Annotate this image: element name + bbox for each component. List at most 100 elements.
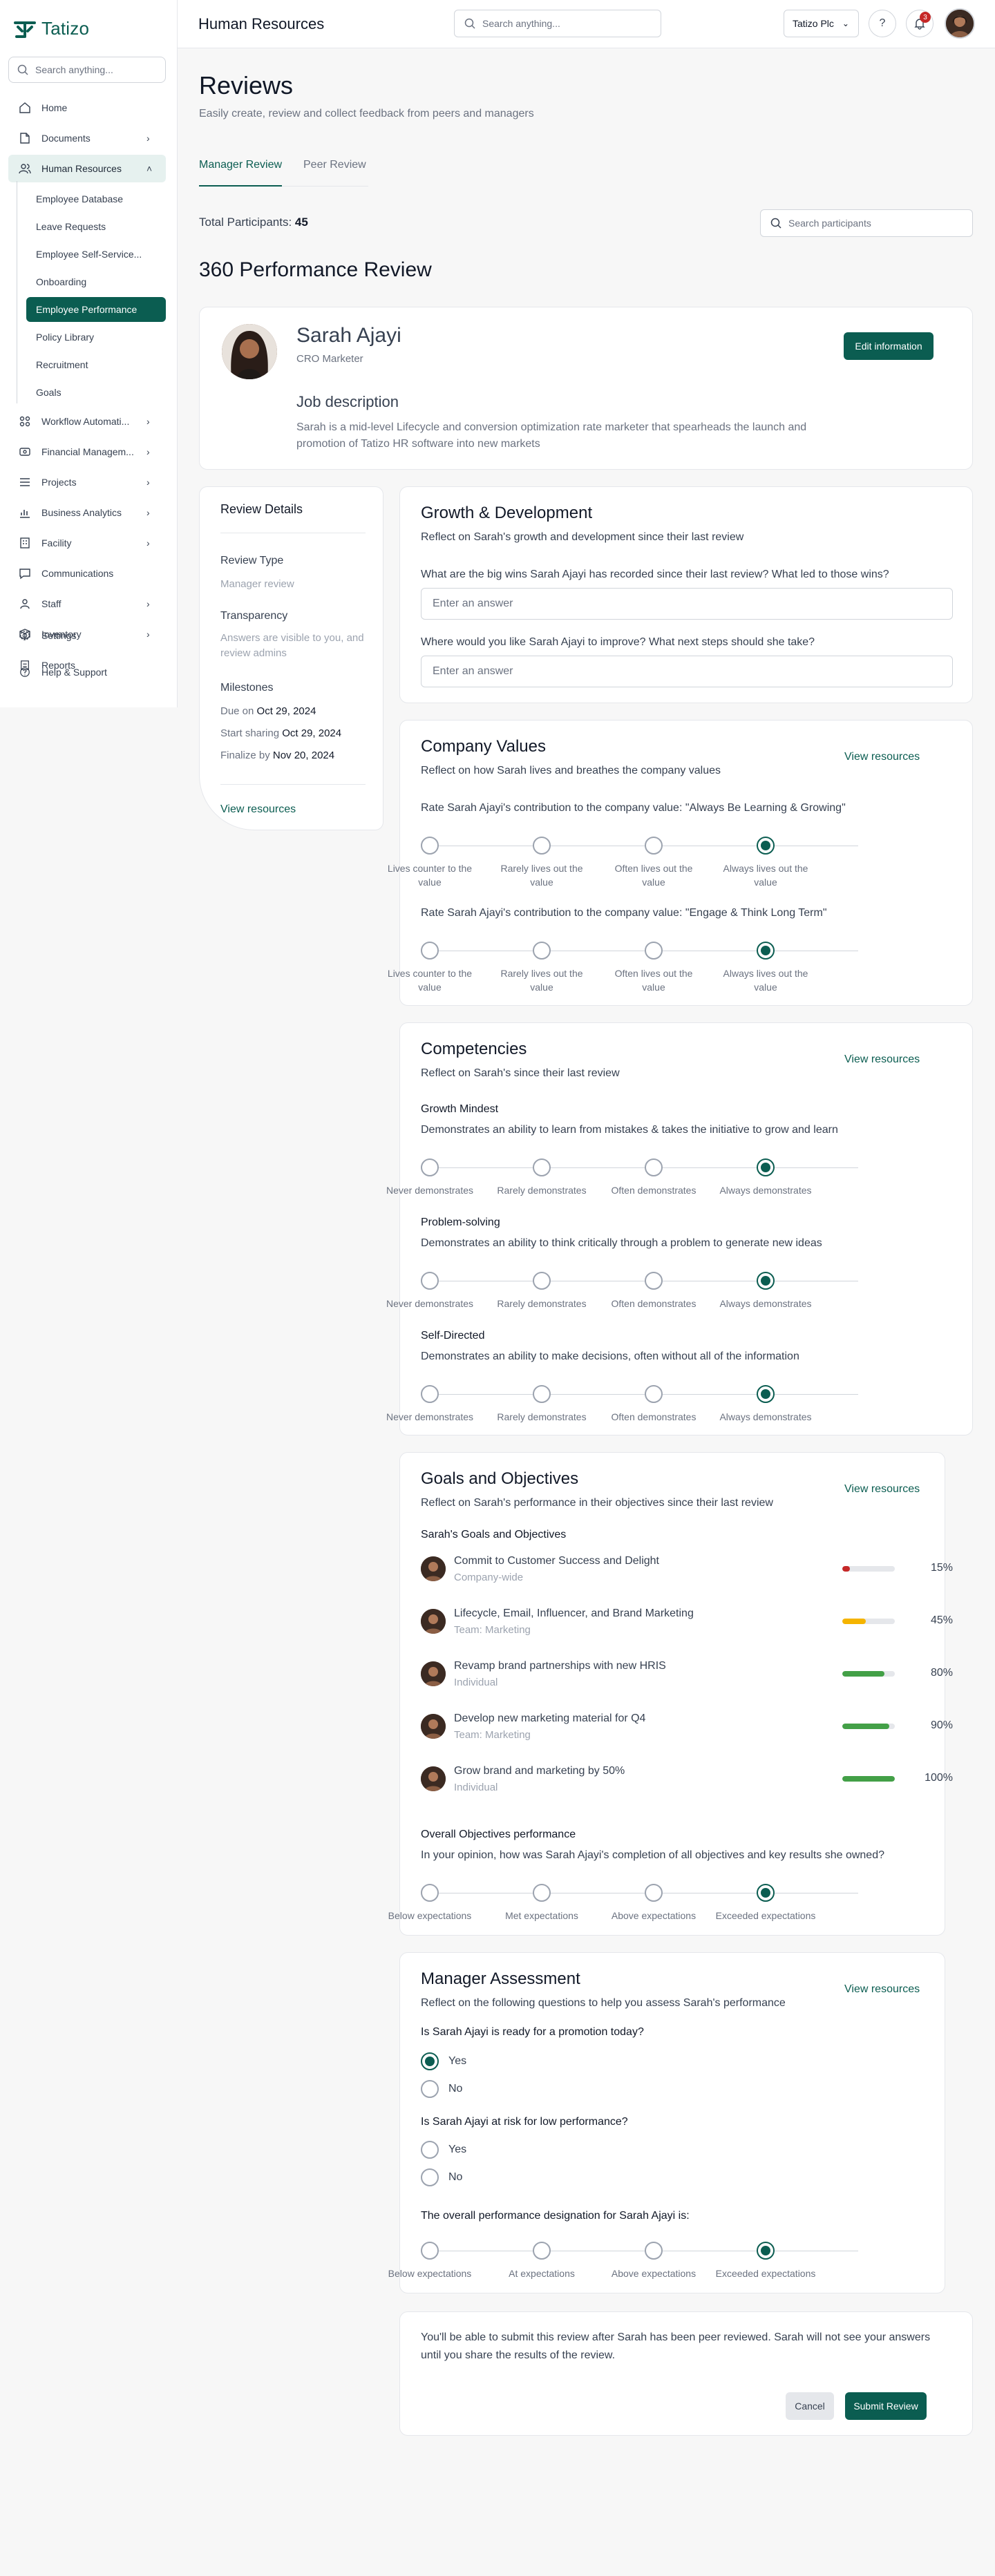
view-resources-link[interactable]: View resources [844,1053,920,1066]
cancel-button[interactable]: Cancel [786,2392,834,2420]
company-selector[interactable]: Tatizo Plc ⌄ [784,10,859,37]
logo[interactable]: Tatizo [14,18,89,39]
submit-review-button[interactable]: Submit Review [845,2392,927,2420]
rating-radio[interactable] [757,1385,775,1403]
rating-radio[interactable] [533,2242,551,2260]
sidebar-item-financial-management[interactable]: Financial Managem... › [0,438,178,466]
view-resources-link[interactable]: View resources [220,803,296,816]
sidebar-item-documents[interactable]: Documents › [0,124,178,152]
rating-radio[interactable] [533,1272,551,1290]
card-title: Growth & Development [421,504,593,522]
rating-radio[interactable] [757,1158,775,1176]
rating-radio[interactable] [533,1884,551,1902]
sidebar-item-human-resources[interactable]: Human Resources ˄ [8,155,166,182]
rating-radio[interactable] [757,942,775,960]
rating-radio[interactable] [421,1158,439,1176]
rating-label: Rarely demonstrates [497,1298,587,1309]
overall-performance-title: Overall Objectives performance [421,1829,576,1840]
view-resources-link[interactable]: View resources [844,1483,920,1496]
tab-manager-review[interactable]: Manager Review [199,159,283,187]
question-text: Rate Sarah Ajayi's contribution to the c… [421,907,827,919]
sidebar-item-settings[interactable]: Settings [0,630,178,641]
improvement-answer-input[interactable]: Enter an answer [421,656,953,687]
rating-radio[interactable] [645,1385,663,1403]
rating-radio[interactable] [533,942,551,960]
rating-radio[interactable] [421,1884,439,1902]
rating-radio[interactable] [533,837,551,855]
sidebar-subitem-employee-self-service[interactable]: Employee Self-Service... [26,242,166,267]
low-performance-yes-radio[interactable] [421,2141,439,2159]
milestone-prefix: Finalize by [220,750,270,761]
rating-radio[interactable] [757,837,775,855]
milestone-prefix: Start sharing [220,727,280,739]
rating-radio[interactable] [533,1385,551,1403]
user-avatar[interactable] [945,8,975,39]
chevron-right-icon: › [146,446,150,457]
rating-label: Below expectations [388,2268,472,2279]
sidebar-item-workflow-automation[interactable]: Workflow Automati... › [0,408,178,435]
card-subtitle: Reflect on Sarah's performance in their … [421,1497,773,1509]
notifications-button[interactable]: 3 [906,10,934,37]
low-performance-question: Is Sarah Ajayi at risk for low performan… [421,2116,628,2128]
rating-radio[interactable] [645,1272,663,1290]
job-description-text: Sarah is a mid-level Lifecycle and conve… [296,421,807,450]
rating-radio[interactable] [533,1158,551,1176]
sidebar-item-home[interactable]: Home [0,94,178,122]
sidebar-item-business-analytics[interactable]: Business Analytics › [0,499,178,526]
rating-radio[interactable] [645,1158,663,1176]
sidebar-subitem-recruitment[interactable]: Recruitment [26,352,166,377]
edit-information-button[interactable]: Edit information [844,332,934,360]
rating-radio[interactable] [421,942,439,960]
sidebar-item-label: Financial Managem... [41,446,134,457]
sidebar-item-staff[interactable]: Staff › [0,590,178,618]
sidebar-item-communications[interactable]: Communications [0,560,178,587]
rating-radio[interactable] [757,1272,775,1290]
sidebar-item-facility[interactable]: Facility › [0,529,178,557]
goal-owner-avatar [421,1714,446,1739]
rating-radio[interactable] [645,837,663,855]
sidebar-search-input[interactable]: Search anything... [8,57,166,83]
sidebar-item-label: Projects [41,477,77,488]
low-performance-no-radio[interactable] [421,2168,439,2186]
goal-scope: Team: Marketing [454,1729,531,1741]
sidebar-subitem-employee-performance[interactable]: Employee Performance [26,297,166,322]
rating-radio[interactable] [421,837,439,855]
sidebar-item-label: Facility [41,537,72,548]
goal-title: Commit to Customer Success and Delight [454,1555,659,1567]
rating-label: Always lives out the value [723,968,808,993]
help-button[interactable]: ? [869,10,896,37]
participants-search-input[interactable]: Search participants [760,209,973,237]
rating-radio[interactable] [645,1884,663,1902]
rating-radio[interactable] [421,2242,439,2260]
rating-radio[interactable] [645,2242,663,2260]
rating-label: Often lives out the value [614,863,693,888]
promotion-no-radio[interactable] [421,2080,439,2098]
participants-search-placeholder: Search participants [788,218,871,229]
sidebar-subitem-onboarding[interactable]: Onboarding [26,269,166,294]
sidebar-item-help-support[interactable]: Help & Support [0,667,178,678]
sidebar-subitem-policy-library[interactable]: Policy Library [26,325,166,350]
view-resources-link[interactable]: View resources [844,1983,920,1996]
tab-peer-review[interactable]: Peer Review [303,159,366,187]
sidebar-item-projects[interactable]: Projects › [0,468,178,496]
header-search-input[interactable]: Search anything... [454,10,661,37]
sidebar-subitem-leave-requests[interactable]: Leave Requests [26,214,166,239]
rating-radio[interactable] [421,1272,439,1290]
rating-radio[interactable] [757,2242,775,2260]
search-icon [770,218,781,229]
view-resources-link[interactable]: View resources [844,751,920,763]
promotion-yes-radio[interactable] [421,2052,439,2070]
milestone-due: Due on Oct 29, 2024 [220,705,316,717]
goal-progress-percent: 45% [930,1614,953,1626]
sidebar-subitem-goals[interactable]: Goals [26,380,166,405]
rating-radio[interactable] [757,1884,775,1902]
rating-radio[interactable] [421,1385,439,1403]
sidebar-item-label: Human Resources [41,163,122,174]
big-wins-answer-input[interactable]: Enter an answer [421,588,953,620]
rating-radio[interactable] [645,942,663,960]
rating-label: Exceeded expectations [715,1910,816,1921]
submit-note: You'll be able to submit this review aft… [421,2331,931,2361]
sidebar-subitem-employee-database[interactable]: Employee Database [26,187,166,211]
sidebar: Tatizo Search anything... Home Documents… [0,0,178,707]
projects-icon [18,475,32,489]
